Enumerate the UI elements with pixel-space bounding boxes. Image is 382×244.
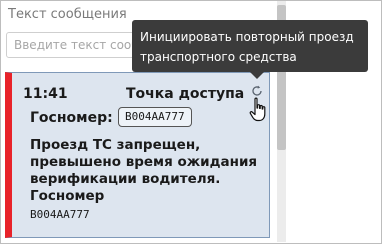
tooltip-line-1: Инициировать повторный проезд (140, 30, 354, 44)
message-label: Текст сообщения (8, 7, 127, 22)
event-time: 11:41 (23, 86, 68, 102)
retry-tooltip: Инициировать повторный проезд транспортн… (132, 20, 368, 72)
hand-cursor-icon (249, 97, 266, 122)
refresh-icon[interactable] (250, 84, 264, 98)
access-point-label: Точка доступа (126, 86, 245, 102)
event-message: Проезд ТС запрещен, превышено время ожид… (30, 137, 258, 204)
plate-label: Госномер: (30, 110, 113, 126)
tooltip-arrow (250, 72, 264, 79)
event-message-plate: В004АА777 (30, 208, 90, 221)
plate-chip: В004АА777 (118, 107, 192, 127)
tooltip-line-2: транспортного средства (140, 50, 297, 64)
